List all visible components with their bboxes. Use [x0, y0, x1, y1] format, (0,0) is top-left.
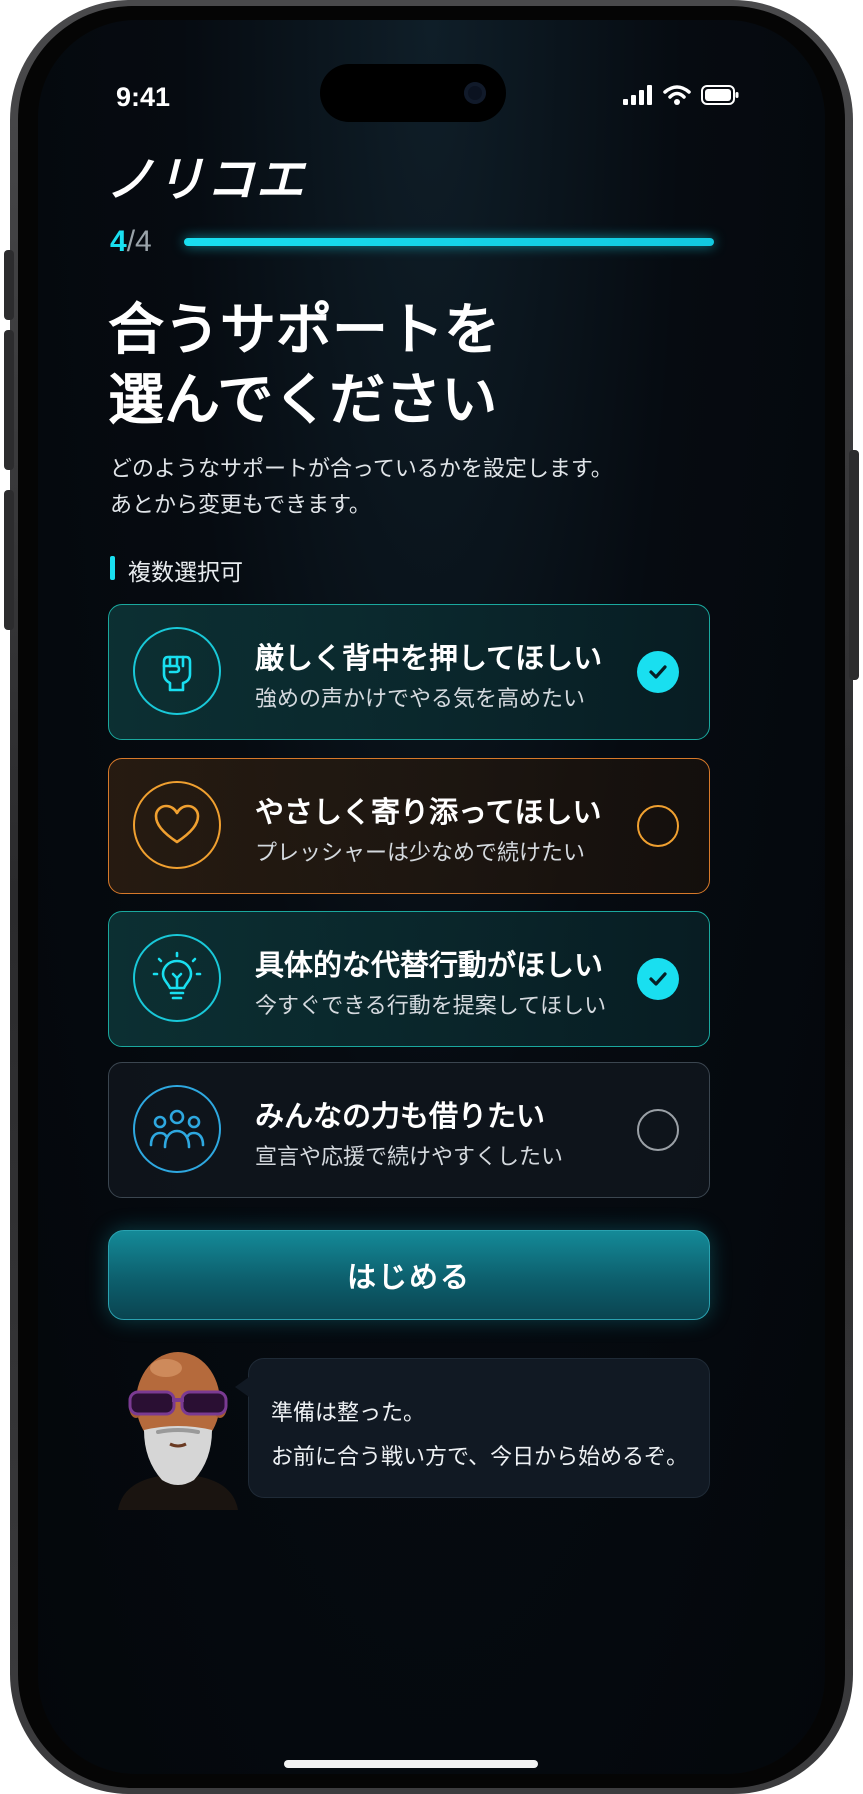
battery-icon: [701, 85, 739, 105]
progress-bar: [184, 238, 714, 246]
home-indicator[interactable]: [284, 1760, 538, 1768]
option-gentle-support[interactable]: やさしく寄り添ってほしい プレッシャーは少なめで続けたい: [108, 758, 710, 894]
option-subtitle: プレッシャーは少なめで続けたい: [255, 841, 586, 866]
status-time: 9:41: [116, 82, 171, 112]
fist-icon: [162, 655, 192, 692]
option-community-help[interactable]: みんなの力も借りたい 宣言や応援で続けやすくしたい: [108, 1062, 710, 1198]
page-description: どのようなサポートが合っているかを設定します。 あとから変更もできます。: [110, 452, 613, 524]
check-icon: [649, 665, 667, 679]
volume-up-button: [4, 330, 14, 470]
action-button: [4, 250, 14, 320]
coach-message-line-1: 準備は整った。: [271, 1401, 426, 1426]
title-line-2: 選んでください: [108, 368, 498, 433]
option-subtitle: 宣言や応援で続けやすくしたい: [255, 1145, 564, 1170]
option-icon-circle: [133, 1085, 221, 1173]
coach-avatar: [118, 1352, 238, 1510]
coach-speech-bubble: 準備は整った。 お前に合う戦い方で、今日から始めるぞ。: [235, 1358, 710, 1498]
page-title: 合うサポートを 選んでください: [108, 296, 500, 436]
option-subtitle: 強めの声かけでやる気を高めたい: [255, 687, 586, 712]
description-line-2: あとから変更もできます。: [110, 493, 371, 518]
dynamic-island: [320, 64, 506, 122]
option-subtitle: 今すぐできる行動を提案してほしい: [255, 994, 607, 1019]
option-title: やさしく寄り添ってほしい: [255, 795, 602, 829]
step-indicator: 4/4: [110, 225, 152, 259]
app-logo: ノリコエ: [106, 152, 307, 208]
option-icon-circle: [133, 934, 221, 1022]
check-icon: [649, 972, 667, 986]
option-title: みんなの力も借りたい: [255, 1099, 546, 1133]
option-strict-push[interactable]: 厳しく背中を押してほしい 強めの声かけでやる気を高めたい: [108, 604, 710, 740]
front-camera: [464, 82, 486, 104]
progress-fill: [184, 238, 714, 246]
option-icon-circle: [133, 627, 221, 715]
signal-icon: [623, 85, 652, 105]
option-concrete-actions[interactable]: 具体的な代替行動がほしい 今すぐできる行動を提案してほしい: [108, 911, 710, 1047]
checkbox-unchecked[interactable]: [637, 1109, 679, 1151]
title-line-1: 合うサポートを: [108, 298, 500, 363]
coach-message-line-2: お前に合う戦い方で、今日から始めるぞ。: [271, 1445, 689, 1470]
option-title: 厳しく背中を押してほしい: [255, 641, 603, 675]
heart-icon: [154, 804, 200, 844]
checkbox-checked[interactable]: [637, 958, 679, 1000]
power-button: [849, 450, 859, 680]
description-line-1: どのようなサポートが合っているかを設定します。: [110, 457, 613, 482]
option-icon-circle: [133, 781, 221, 869]
checkbox-unchecked[interactable]: [637, 805, 679, 847]
people-icon: [149, 1109, 205, 1149]
lightbulb-icon: [152, 951, 202, 1000]
volume-down-button: [4, 490, 14, 630]
status-icons: [623, 84, 739, 106]
app-screen: 9:41 ノリコエ 4/4 合うサポートを 選んでください どのようなサポートが…: [38, 20, 825, 1774]
step-current: 4: [110, 225, 127, 258]
option-title: 具体的な代替行動がほしい: [255, 948, 604, 982]
start-button[interactable]: はじめる: [108, 1230, 710, 1320]
checkbox-checked[interactable]: [637, 651, 679, 693]
multi-select-label: 複数選択可: [110, 553, 243, 587]
step-total: /4: [126, 225, 152, 258]
wifi-icon: [663, 85, 691, 105]
